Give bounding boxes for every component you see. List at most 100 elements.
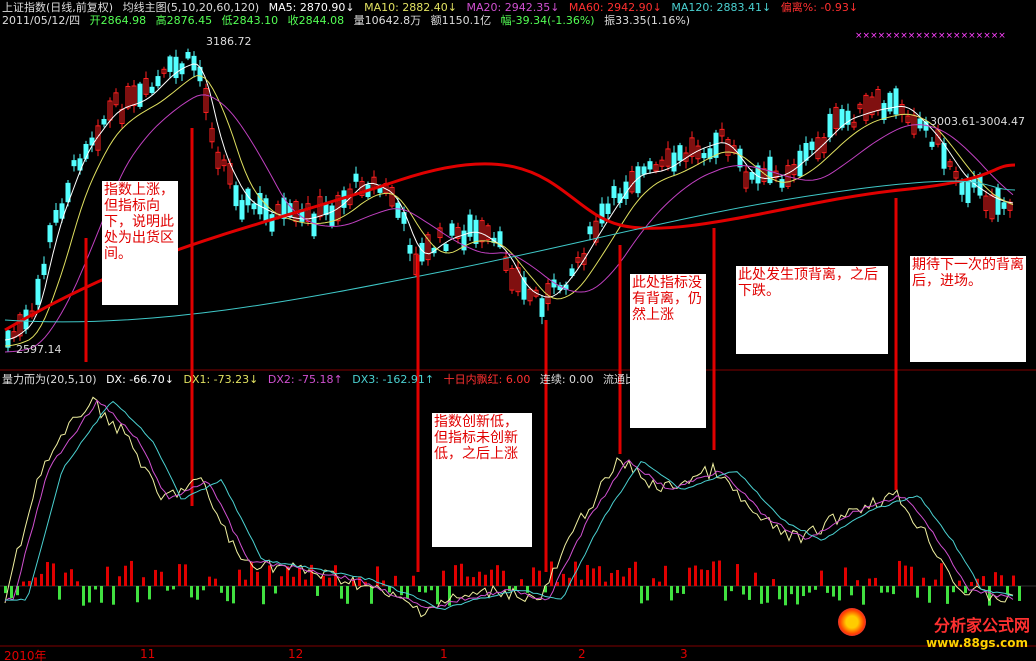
candle bbox=[191, 55, 197, 71]
candle bbox=[965, 179, 971, 204]
histogram-bar bbox=[328, 577, 331, 586]
x-label-12: 12 bbox=[288, 647, 304, 661]
candle bbox=[185, 52, 191, 59]
annotation-top-divergence: 此处发生顶背离，之后下跌。 bbox=[736, 266, 888, 354]
histogram-bar bbox=[880, 586, 883, 593]
x-label-2010: 2010年 bbox=[4, 649, 47, 661]
ma5-value: MA5: 2870.90↓ bbox=[268, 1, 355, 14]
candle bbox=[329, 205, 335, 227]
histogram-bar bbox=[46, 562, 49, 586]
histogram-bar bbox=[520, 579, 523, 586]
candle bbox=[53, 210, 59, 223]
histogram-bar bbox=[244, 579, 247, 586]
candle bbox=[155, 76, 161, 87]
histogram-bar bbox=[10, 586, 13, 599]
histogram-bar bbox=[88, 586, 91, 603]
histogram-bar bbox=[358, 576, 361, 586]
histogram-bar bbox=[790, 586, 793, 595]
ma10-value: MA10: 2882.40↓ bbox=[364, 1, 457, 14]
histogram-bar bbox=[256, 571, 259, 586]
histogram-bar bbox=[886, 586, 889, 593]
histogram-bar bbox=[586, 564, 589, 586]
candle bbox=[47, 225, 53, 243]
histogram-bar bbox=[640, 586, 643, 604]
histogram-bar bbox=[154, 569, 157, 586]
candle bbox=[749, 171, 755, 180]
histogram-bar bbox=[466, 576, 469, 586]
candle bbox=[41, 263, 47, 276]
tenday-value: 十日内飘红: 6.00 bbox=[443, 373, 531, 386]
open-value: 开2864.98 bbox=[89, 14, 147, 27]
histogram-bar bbox=[652, 578, 655, 586]
annotation-no-divergence: 此处指标没有背离，仍然上涨 bbox=[630, 274, 706, 428]
candle bbox=[149, 86, 155, 93]
x-label-1: 1 bbox=[440, 647, 448, 661]
histogram-bar bbox=[34, 577, 37, 586]
histogram-bar bbox=[754, 572, 757, 586]
candle bbox=[881, 103, 887, 121]
histogram-bar bbox=[1018, 586, 1021, 601]
histogram-bar bbox=[430, 586, 433, 591]
amount-value: 额1150.1亿 bbox=[430, 14, 492, 27]
histogram-bar bbox=[460, 563, 463, 586]
candle bbox=[539, 298, 545, 317]
candle bbox=[443, 244, 449, 252]
histogram-bar bbox=[178, 564, 181, 586]
histogram-bar bbox=[502, 570, 505, 586]
high-price-label: 3186.72 bbox=[206, 35, 252, 48]
histogram-bar bbox=[694, 565, 697, 586]
histogram-bar bbox=[160, 571, 163, 586]
histogram-bar bbox=[400, 586, 403, 596]
histogram-bar bbox=[1000, 575, 1003, 586]
histogram-bar bbox=[238, 569, 241, 586]
histogram-bar bbox=[700, 569, 703, 586]
amplitude-value: 振33.35(1.16%) bbox=[604, 14, 691, 27]
annotation-wait-entry: 期待下一次的背离后，进场。 bbox=[910, 256, 1026, 362]
candle bbox=[101, 118, 107, 125]
histogram-bar bbox=[280, 576, 283, 586]
histogram-bar bbox=[580, 579, 583, 586]
histogram-bar bbox=[1006, 586, 1009, 595]
histogram-bar bbox=[64, 572, 67, 586]
histogram-bar bbox=[112, 586, 115, 605]
histogram-bar bbox=[370, 586, 373, 604]
histogram-bar bbox=[958, 580, 961, 586]
histogram-bar bbox=[100, 586, 103, 603]
histogram-bar bbox=[916, 586, 919, 598]
histogram-bar bbox=[424, 586, 427, 593]
histogram-bar bbox=[868, 578, 871, 586]
histogram-bar bbox=[214, 578, 217, 586]
dx1-value: DX1: -73.23↓ bbox=[183, 373, 259, 386]
candle bbox=[827, 113, 833, 138]
ma20-value: MA20: 2942.35↓ bbox=[466, 1, 560, 14]
x-label-3: 3 bbox=[680, 647, 688, 661]
date-label: 2011/05/12/四 bbox=[2, 14, 81, 27]
histogram-bar bbox=[934, 579, 937, 586]
watermark-logo-icon bbox=[838, 608, 866, 636]
candle bbox=[959, 180, 965, 195]
dx-value: DX: -66.70↓ bbox=[106, 373, 174, 386]
histogram-bar bbox=[688, 567, 691, 586]
watermark-url: www.88gs.com bbox=[926, 636, 1028, 650]
histogram-bar bbox=[874, 577, 877, 586]
candle bbox=[269, 214, 275, 232]
histogram-bar bbox=[304, 579, 307, 586]
histogram-bar bbox=[850, 586, 853, 596]
candle bbox=[251, 203, 257, 210]
histogram-bar bbox=[106, 566, 109, 586]
histogram-bar bbox=[604, 581, 607, 586]
ma60-value: MA60: 2942.90↓ bbox=[568, 1, 662, 14]
histogram-bar bbox=[718, 560, 721, 586]
candle bbox=[83, 143, 89, 159]
low-price-label: 2597.14 bbox=[16, 343, 62, 356]
histogram-bar bbox=[232, 586, 235, 604]
candle bbox=[677, 145, 683, 161]
histogram-bar bbox=[202, 586, 205, 591]
histogram-bar bbox=[622, 576, 625, 586]
candle bbox=[1001, 202, 1007, 209]
histogram-bar bbox=[22, 581, 25, 586]
histogram-bar bbox=[274, 586, 277, 594]
histogram-bar bbox=[538, 570, 541, 586]
histogram-bar bbox=[664, 565, 667, 586]
histogram-bar bbox=[124, 565, 127, 586]
